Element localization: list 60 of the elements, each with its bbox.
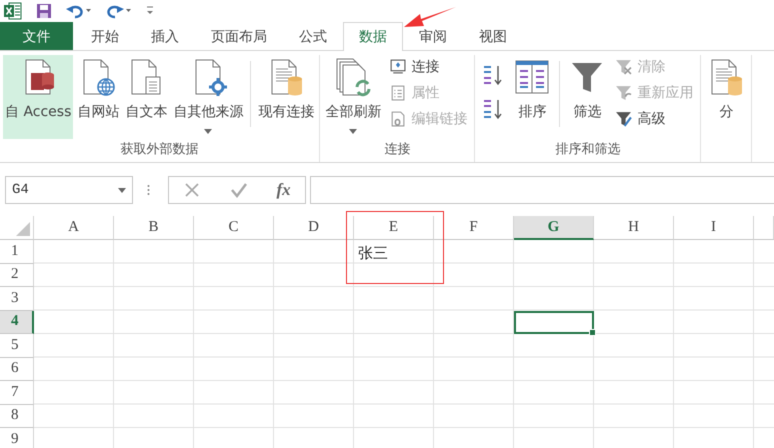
fill-handle[interactable] [589,329,596,336]
row-header[interactable]: 3 [0,287,34,310]
row-header[interactable]: 7 [0,381,34,404]
column-header[interactable]: I [674,216,754,240]
column-header[interactable]: B [114,216,194,240]
active-cell[interactable] [514,310,594,334]
column-header[interactable]: D [274,216,354,240]
formula-input[interactable] [310,176,774,204]
column-header[interactable]: C [194,216,274,240]
checkmark-icon[interactable] [230,181,248,199]
ribbon-button[interactable]: 排序 [510,55,554,139]
customize-caret-icon[interactable] [146,6,154,16]
ribbon-button[interactable]: 自网站 [75,55,122,139]
connection-icon [389,58,406,75]
group-label: 排序和筛选 [554,141,622,159]
ribbon-button[interactable]: 分 [704,55,748,139]
sort-descending-button[interactable] [482,97,504,121]
row-header[interactable]: 2 [0,264,34,287]
ribbon-button[interactable]: 高级 [611,107,698,130]
row-header[interactable]: 6 [0,358,34,381]
sort-ascending-button[interactable] [482,63,504,87]
name-box[interactable]: G4 [5,176,133,204]
row-header[interactable]: 8 [0,404,34,428]
ribbon-button[interactable]: 筛选 [565,55,610,139]
properties-icon [389,84,406,101]
caret-icon[interactable] [118,188,126,192]
row-header[interactable]: 4 [0,310,34,334]
file-menu-tab[interactable]: 文件 [0,22,73,50]
undo-icon[interactable] [66,3,92,19]
insert-function-button[interactable]: fx [276,180,291,200]
row-header[interactable]: 1 [0,240,34,264]
ribbon-button[interactable]: 自 Access [3,55,74,139]
filter-clear-icon [615,58,632,75]
redo-icon[interactable] [106,3,132,19]
column-header[interactable]: G [514,216,594,240]
column-header[interactable]: A [34,216,114,240]
filter-refresh-icon [615,84,632,101]
group-label: 获取外部数据 [120,141,200,159]
ribbon-tab[interactable]: 插入 [135,22,195,50]
link-document-icon [389,110,406,127]
save-icon[interactable] [36,3,52,19]
drag-handle-icon[interactable] [147,184,150,196]
ribbon-tab[interactable]: 审阅 [403,22,463,50]
ribbon-tab[interactable]: 页面布局 [195,22,283,50]
ribbon-button[interactable]: 现有连接 [256,55,316,139]
column-header[interactable]: H [594,216,674,240]
column-header[interactable]: E [354,216,434,240]
ribbon-tab[interactable]: 开始 [75,22,135,50]
ribbon-tab[interactable]: 公式 [283,22,343,50]
ribbon-tab[interactable]: 数据 [343,22,403,51]
ribbon-button[interactable]: 自文本 [123,55,170,139]
table-cell-text: 张三 [357,243,389,264]
ribbon-tab[interactable]: 视图 [463,22,523,50]
row-header[interactable]: 5 [0,334,34,358]
ribbon-button[interactable]: 自其他来源 [171,55,246,139]
filter-pencil-icon [615,110,632,127]
ribbon-button[interactable]: 全部刷新 [323,55,384,139]
ribbon-button[interactable]: 连接 [385,55,472,78]
group-label: 连接 [383,141,412,159]
column-header[interactable]: F [434,216,514,240]
